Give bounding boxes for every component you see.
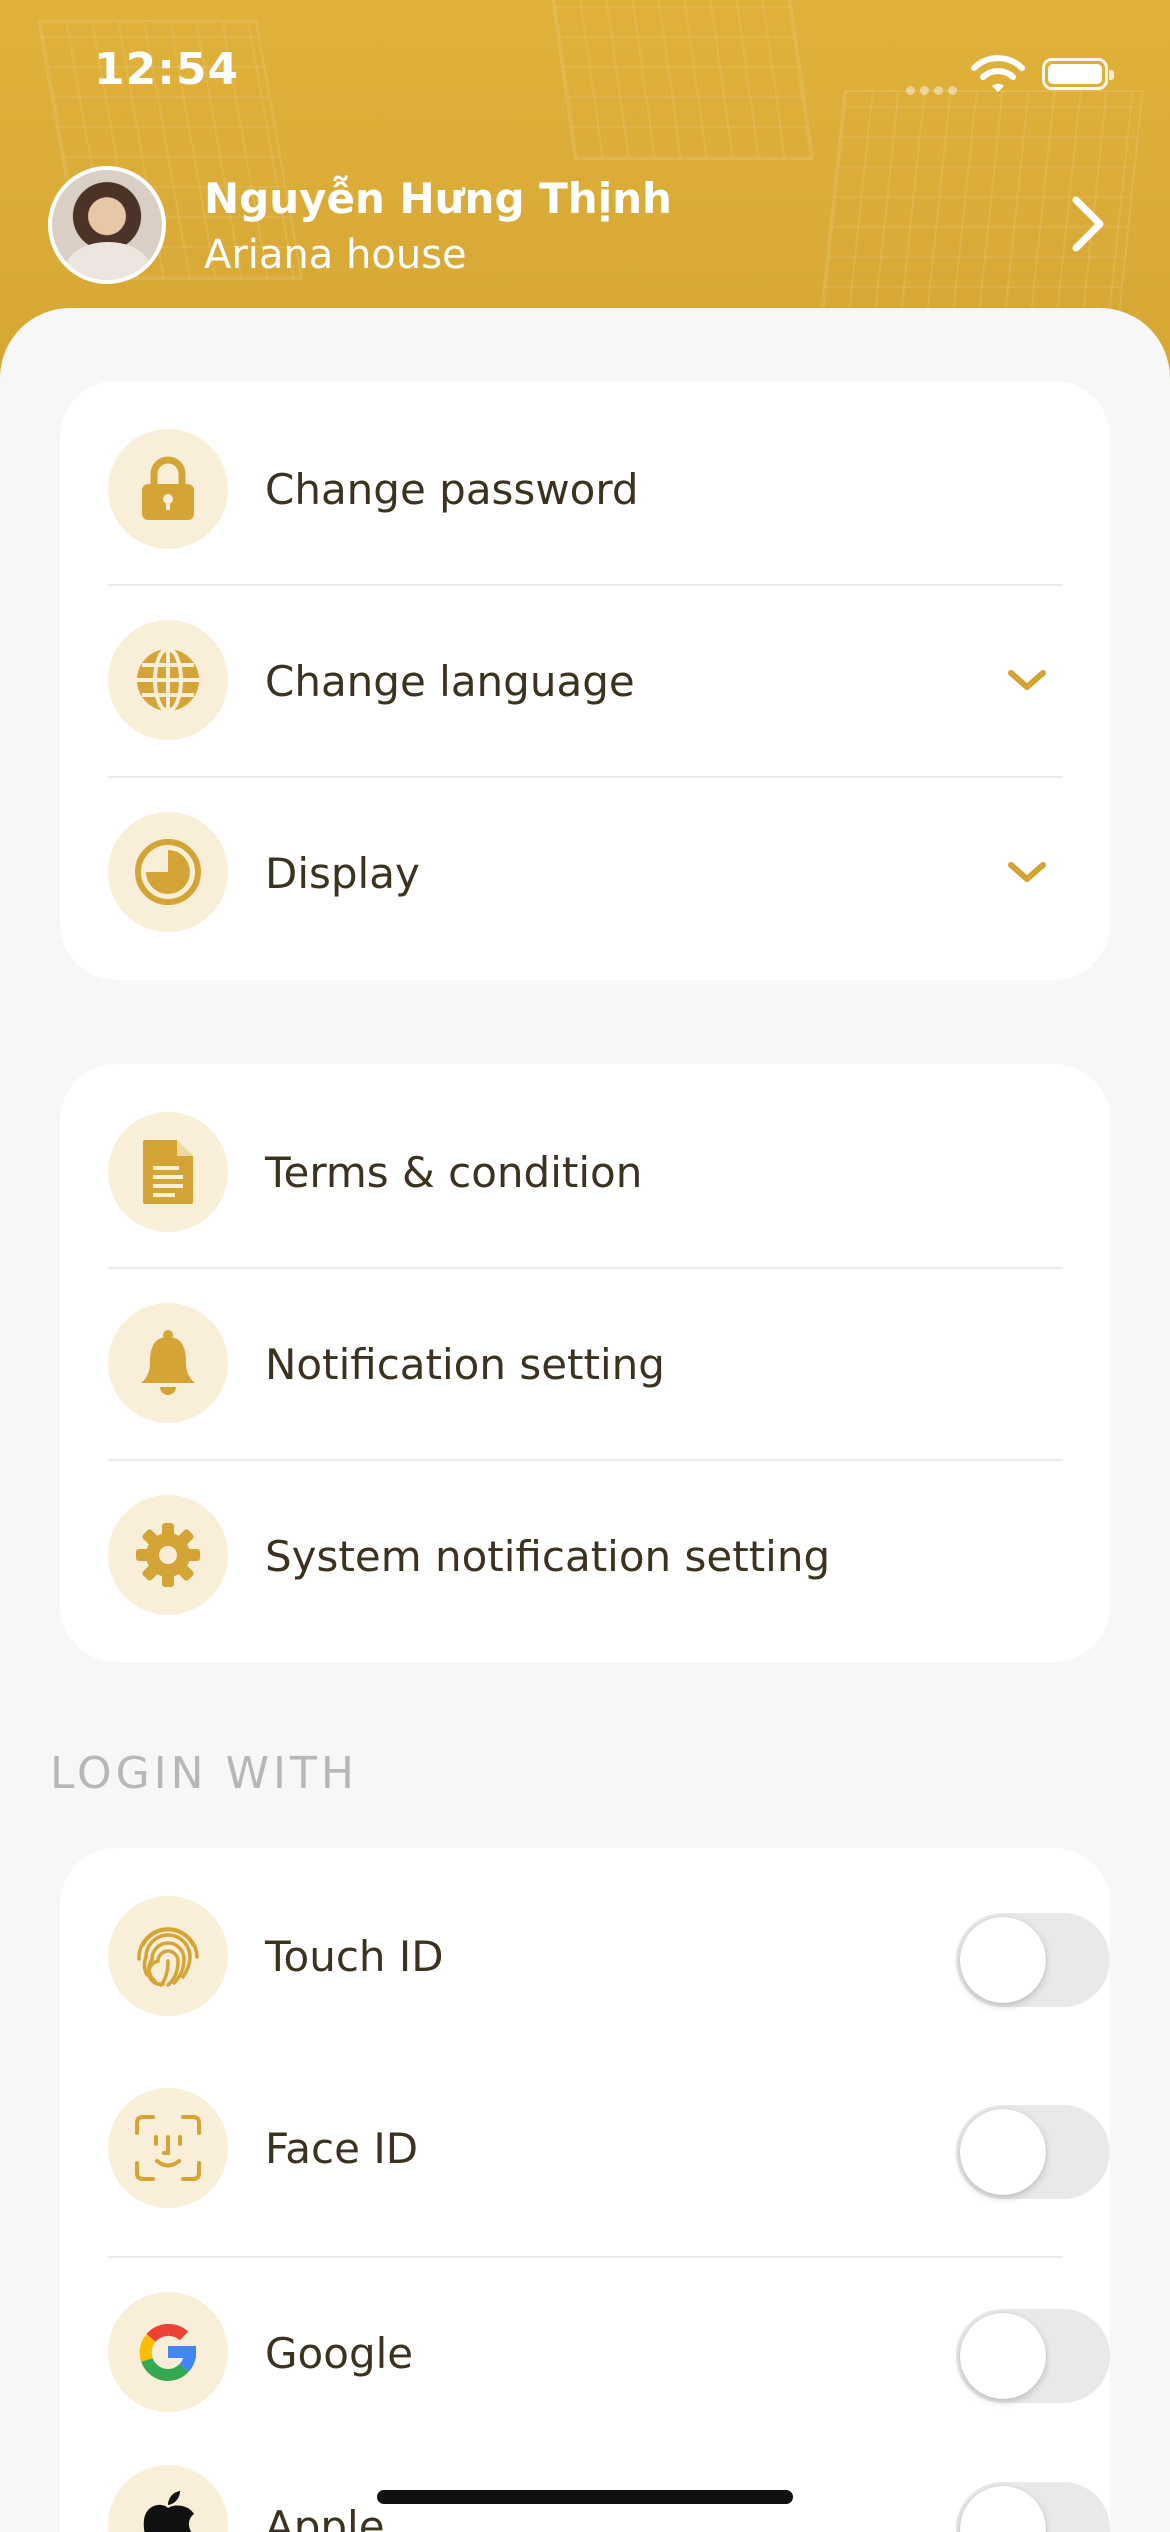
row-label: Face ID [265,2124,419,2173]
lock-icon-circle [108,429,228,549]
globe-icon-circle [108,620,228,740]
display-icon [135,839,201,905]
row-notification-setting[interactable]: Notification setting [60,1268,1110,1460]
settings-card-general: Terms & condition Notification setting S… [60,1064,1110,1662]
section-title-login-with: LOGIN WITH [50,1748,358,1799]
status-time: 12:54 [94,44,240,95]
fingerprint-icon [137,1927,199,1987]
google-icon [139,2323,196,2382]
gear-icon [136,1523,200,1587]
row-change-password[interactable]: Change password [60,381,1110,573]
row-label: Change language [265,657,635,706]
bell-icon-circle [108,1303,228,1423]
row-label: Google [265,2329,414,2378]
row-display[interactable]: Display [60,777,1110,969]
row-label: System notification setting [265,1532,831,1581]
face-id-icon-circle [108,2088,228,2208]
wifi-icon [971,55,1025,92]
avatar[interactable] [48,166,166,284]
row-label: Change password [265,465,639,514]
chevron-down-icon[interactable] [1005,665,1049,695]
bell-icon [141,1330,195,1395]
apple-icon [143,2491,194,2532]
face-id-icon [135,2115,201,2181]
settings-card-account: Change password Change language Display [60,381,1110,980]
row-label: Display [265,849,420,898]
login-methods-card: Touch ID Face ID Google Apple [60,1848,1110,2532]
battery-icon [1042,58,1114,90]
gear-icon-circle [108,1495,228,1615]
document-icon [143,1140,193,1204]
face-id-toggle[interactable] [956,2105,1110,2199]
google-icon-circle [108,2292,228,2412]
row-label: Apple [265,2502,385,2532]
profile-subtitle: Ariana house [204,232,467,278]
row-system-notification-setting[interactable]: System notification setting [60,1460,1110,1652]
touch-id-toggle[interactable] [956,1913,1110,2007]
row-label: Touch ID [265,1932,444,1981]
row-face-id[interactable]: Face ID [60,2040,1110,2232]
row-label: Terms & condition [265,1148,643,1197]
display-icon-circle [108,812,228,932]
apple-icon-circle [108,2465,228,2532]
fingerprint-icon-circle [108,1896,228,2016]
row-google[interactable]: Google [60,2257,1110,2449]
lock-icon [142,456,194,520]
row-change-language[interactable]: Change language [60,585,1110,777]
row-touch-id[interactable]: Touch ID [60,1848,1110,2040]
row-label: Notification setting [265,1340,665,1389]
home-indicator [377,2490,793,2504]
profile-summary[interactable]: Nguyễn Hưng Thịnh Ariana house [0,160,1170,290]
globe-icon [137,647,199,713]
chevron-right-icon[interactable] [1064,194,1110,254]
chevron-down-icon[interactable] [1005,857,1049,887]
profile-name: Nguyễn Hưng Thịnh [204,174,672,223]
google-toggle[interactable] [956,2309,1110,2403]
status-bar: 12:54 [0,0,1170,150]
document-icon-circle [108,1112,228,1232]
apple-toggle[interactable] [956,2482,1110,2532]
row-terms[interactable]: Terms & condition [60,1064,1110,1256]
signal-icon [906,80,962,95]
